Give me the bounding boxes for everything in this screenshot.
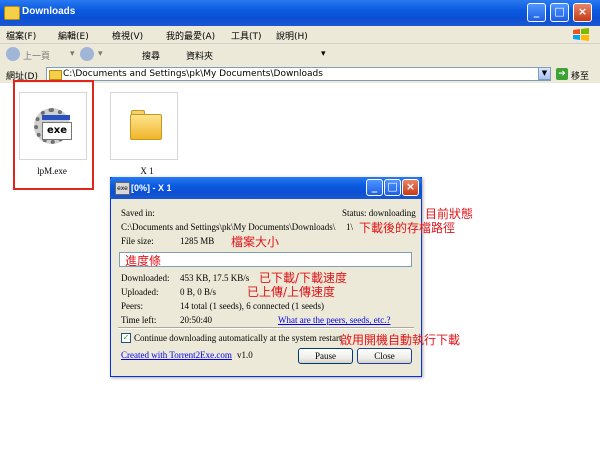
folder-icon bbox=[4, 6, 20, 20]
annotation-auto-start: 啟用開機自動執行下載 bbox=[340, 333, 461, 347]
continue-checkbox[interactable]: ✓ bbox=[121, 333, 131, 343]
window-title: Downloads bbox=[22, 6, 76, 17]
uploaded-label: Uploaded: bbox=[121, 287, 159, 297]
saved-path-suffix: 1\ bbox=[346, 222, 354, 232]
menu-tools[interactable]: 工具(T) bbox=[231, 29, 262, 42]
forward-arrow-icon[interactable] bbox=[80, 47, 94, 61]
peers-label: Peers: bbox=[121, 301, 143, 311]
dialog-separator bbox=[118, 327, 414, 329]
toolbar: 上一頁 ▾ ▾ 搜尋 資料夾 ✕ ↶ ▾ bbox=[0, 44, 600, 106]
annotation-upload-speed: 已上傳/上傳速度 bbox=[247, 285, 336, 299]
saved-path: C:\Documents and Settings\pk\My Document… bbox=[121, 222, 336, 232]
go-arrow-icon[interactable]: ➔ bbox=[556, 68, 568, 80]
dialog-minimize-button[interactable]: _ bbox=[366, 179, 383, 196]
back-arrow-icon[interactable] bbox=[6, 47, 20, 61]
pause-button[interactable]: Pause bbox=[298, 348, 353, 364]
menu-favorites[interactable]: 我的最愛(A) bbox=[166, 29, 215, 42]
saved-in-label: Saved in: bbox=[121, 208, 155, 218]
back-dropdown-icon[interactable]: ▾ bbox=[70, 49, 75, 59]
exe-icon: exe bbox=[115, 182, 130, 195]
menu-bar: 檔案(F) 編輯(E) 檢視(V) 我的最愛(A) 工具(T) 說明(H) bbox=[0, 26, 600, 44]
minimize-button[interactable]: _ bbox=[527, 3, 546, 22]
peers-help-link[interactable]: What are the peers, seeds, etc.? bbox=[278, 315, 390, 325]
status-text: Status: downloading bbox=[342, 208, 416, 218]
dialog-close-button[interactable]: × bbox=[402, 179, 419, 196]
file-size-label: File size: bbox=[121, 236, 154, 246]
file-size-value: 1285 MB bbox=[180, 236, 215, 246]
downloaded-label: Downloaded: bbox=[121, 273, 170, 283]
menu-help[interactable]: 說明(H) bbox=[276, 29, 308, 42]
folder-name[interactable]: X 1 bbox=[122, 166, 172, 176]
folder-icon bbox=[130, 114, 162, 140]
continue-label[interactable]: Continue downloading automatically at th… bbox=[134, 333, 341, 343]
windows-logo-icon bbox=[570, 28, 592, 42]
forward-dropdown-icon[interactable]: ▾ bbox=[98, 49, 103, 59]
uploaded-value: 0 B, 0 B/s bbox=[180, 287, 217, 297]
annotation-file-size: 檔案大小 bbox=[231, 235, 280, 249]
window-titlebar[interactable] bbox=[0, 0, 600, 26]
go-button[interactable]: 移至 bbox=[571, 69, 589, 82]
close-dialog-button[interactable]: Close bbox=[357, 348, 412, 364]
address-path: C:\Documents and Settings\pk\My Document… bbox=[63, 69, 323, 79]
credit-link[interactable]: Created with Torrent2Exe.com bbox=[121, 350, 232, 360]
dialog-maximize-button[interactable]: □ bbox=[384, 179, 401, 196]
annotation-progress: 進度條 bbox=[125, 254, 162, 268]
close-button[interactable]: × bbox=[573, 3, 592, 22]
downloaded-value: 453 KB, 17.5 KB/s bbox=[180, 273, 250, 283]
time-left-label: Time left: bbox=[121, 315, 157, 325]
folder-icon bbox=[49, 70, 62, 80]
maximize-button[interactable]: □ bbox=[550, 3, 569, 22]
menu-edit[interactable]: 編輯(E) bbox=[58, 29, 89, 42]
dialog-title: [0%] - X 1 bbox=[131, 183, 172, 193]
highlight-frame bbox=[13, 80, 94, 190]
annotation-save-path: 下載後的存檔路徑 bbox=[359, 221, 456, 235]
time-left-value: 20:50:40 bbox=[180, 315, 213, 325]
menu-view[interactable]: 檢視(V) bbox=[112, 29, 143, 42]
search-button[interactable]: 搜尋 bbox=[142, 49, 160, 62]
version-text: v1.0 bbox=[237, 350, 253, 360]
address-input[interactable]: C:\Documents and Settings\pk\My Document… bbox=[46, 67, 551, 81]
folders-button[interactable]: 資料夾 bbox=[186, 49, 213, 62]
address-dropdown-icon[interactable]: ▼ bbox=[538, 67, 551, 80]
peers-value: 14 total (1 seeds), 6 connected (1 seeds… bbox=[180, 301, 324, 311]
progress-bar bbox=[119, 252, 412, 267]
menu-file[interactable]: 檔案(F) bbox=[6, 29, 36, 42]
back-button[interactable]: 上一頁 bbox=[23, 49, 50, 62]
views-dropdown-icon[interactable]: ▾ bbox=[321, 49, 326, 59]
